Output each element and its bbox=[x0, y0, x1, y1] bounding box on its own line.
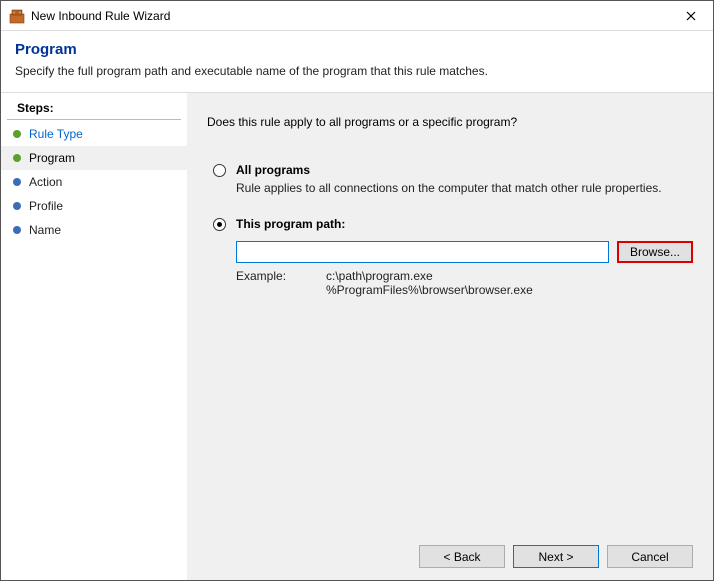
step-bullet-icon bbox=[13, 178, 21, 186]
option-all-label: All programs bbox=[236, 163, 310, 177]
example-row: Example: c:\path\program.exe %ProgramFil… bbox=[236, 269, 693, 297]
titlebar: New Inbound Rule Wizard bbox=[1, 1, 713, 31]
example-label: Example: bbox=[236, 269, 290, 297]
step-profile[interactable]: Profile bbox=[1, 194, 187, 218]
step-rule-type[interactable]: Rule Type bbox=[1, 122, 187, 146]
example-values: c:\path\program.exe %ProgramFiles%\brows… bbox=[326, 269, 533, 297]
step-bullet-icon bbox=[13, 154, 21, 162]
step-action[interactable]: Action bbox=[1, 170, 187, 194]
program-path-row: Browse... bbox=[236, 241, 693, 263]
option-this-program[interactable]: This program path: bbox=[213, 217, 693, 231]
main-pane: Does this rule apply to all programs or … bbox=[187, 93, 713, 580]
next-button[interactable]: Next > bbox=[513, 545, 599, 568]
cancel-button[interactable]: Cancel bbox=[607, 545, 693, 568]
option-all-programs[interactable]: All programs bbox=[213, 163, 693, 177]
window-title: New Inbound Rule Wizard bbox=[31, 9, 668, 23]
step-bullet-icon bbox=[13, 130, 21, 138]
step-bullet-icon bbox=[13, 226, 21, 234]
step-label: Action bbox=[29, 175, 62, 189]
step-name[interactable]: Name bbox=[1, 218, 187, 242]
page-subtitle: Specify the full program path and execut… bbox=[15, 64, 699, 78]
steps-title: Steps: bbox=[7, 99, 181, 120]
step-bullet-icon bbox=[13, 202, 21, 210]
steps-sidebar: Steps: Rule Type Program Action Profile … bbox=[1, 93, 187, 580]
page-title: Program bbox=[15, 41, 699, 58]
wizard-header: Program Specify the full program path an… bbox=[1, 31, 713, 93]
wizard-window: New Inbound Rule Wizard Program Specify … bbox=[0, 0, 714, 581]
radio-all-programs[interactable] bbox=[213, 164, 226, 177]
option-this-label: This program path: bbox=[236, 217, 345, 231]
close-button[interactable] bbox=[668, 1, 713, 31]
wizard-body: Steps: Rule Type Program Action Profile … bbox=[1, 93, 713, 580]
browse-button[interactable]: Browse... bbox=[617, 241, 693, 263]
program-path-input[interactable] bbox=[236, 241, 609, 263]
step-label: Profile bbox=[29, 199, 63, 213]
back-button[interactable]: < Back bbox=[419, 545, 505, 568]
option-all-desc: Rule applies to all connections on the c… bbox=[236, 181, 693, 195]
step-label[interactable]: Rule Type bbox=[29, 127, 83, 141]
wizard-buttons: < Back Next > Cancel bbox=[207, 535, 693, 568]
radio-this-program[interactable] bbox=[213, 218, 226, 231]
step-program[interactable]: Program bbox=[1, 146, 187, 170]
app-icon bbox=[9, 8, 25, 24]
step-label: Program bbox=[29, 151, 75, 165]
question-text: Does this rule apply to all programs or … bbox=[207, 115, 693, 129]
step-label: Name bbox=[29, 223, 61, 237]
